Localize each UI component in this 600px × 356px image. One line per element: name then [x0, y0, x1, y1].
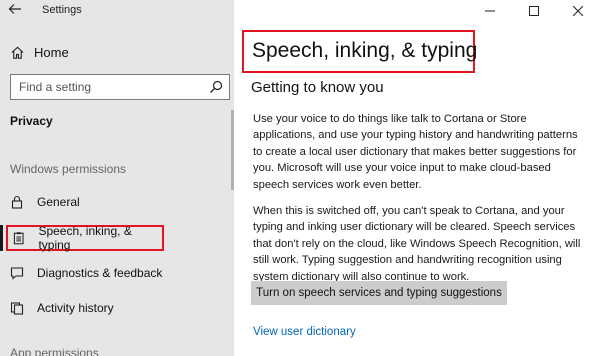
- minimize-button[interactable]: [468, 0, 512, 22]
- maximize-button[interactable]: [512, 0, 556, 22]
- feedback-icon: [10, 267, 24, 280]
- sidebar-item-label: Speech, inking, & typing: [38, 224, 132, 252]
- info-paragraph: When this is switched off, you can't spe…: [253, 205, 581, 283]
- history-icon: [10, 302, 24, 315]
- sidebar-item-diagnostics[interactable]: Diagnostics & feedback: [6, 260, 228, 286]
- description-paragraph: Use your voice to do things like talk to…: [253, 113, 578, 191]
- minimize-icon: [485, 10, 495, 12]
- sidebar-item-label: Activity history: [37, 301, 114, 315]
- clipboard-icon: [13, 232, 24, 245]
- main-content: Speech, inking, & typing Getting to know…: [234, 0, 600, 356]
- back-button[interactable]: [8, 2, 26, 18]
- page-title-highlight: Speech, inking, & typing: [242, 30, 478, 73]
- window-controls: [468, 0, 600, 22]
- search-icon[interactable]: [209, 80, 223, 94]
- lock-icon: [11, 195, 23, 209]
- group-title: Windows permissions: [10, 162, 127, 176]
- sidebar-item-general[interactable]: General: [6, 189, 228, 215]
- title-bar: Settings: [0, 0, 234, 22]
- search-input[interactable]: Find a setting: [10, 74, 230, 100]
- home-label: Home: [34, 44, 69, 60]
- view-user-dictionary-link[interactable]: View user dictionary: [253, 326, 356, 338]
- maximize-icon: [529, 6, 539, 16]
- page-title: Speech, inking, & typing: [252, 39, 478, 62]
- home-nav-item[interactable]: Home: [10, 42, 69, 62]
- turn-on-speech-services-button[interactable]: Turn on speech services and typing sugge…: [251, 281, 507, 305]
- app-title: Settings: [42, 4, 82, 16]
- section-title: Privacy: [10, 114, 53, 128]
- sidebar: Settings Home Find a setting Privacy Win…: [0, 0, 234, 356]
- close-button[interactable]: [556, 0, 600, 22]
- back-arrow-icon: [8, 4, 21, 14]
- sidebar-item-label: Diagnostics & feedback: [37, 266, 163, 280]
- sidebar-item-activity-history[interactable]: Activity history: [6, 295, 228, 321]
- sidebar-item-label: General: [37, 195, 80, 209]
- close-icon: [573, 6, 583, 16]
- search-placeholder: Find a setting: [19, 80, 92, 94]
- group-title-partial: App permissions: [10, 346, 99, 356]
- selection-indicator: [0, 225, 3, 251]
- sidebar-item-speech[interactable]: Speech, inking, & typing: [6, 224, 164, 252]
- section-heading: Getting to know you: [251, 79, 384, 96]
- home-icon: [11, 46, 24, 59]
